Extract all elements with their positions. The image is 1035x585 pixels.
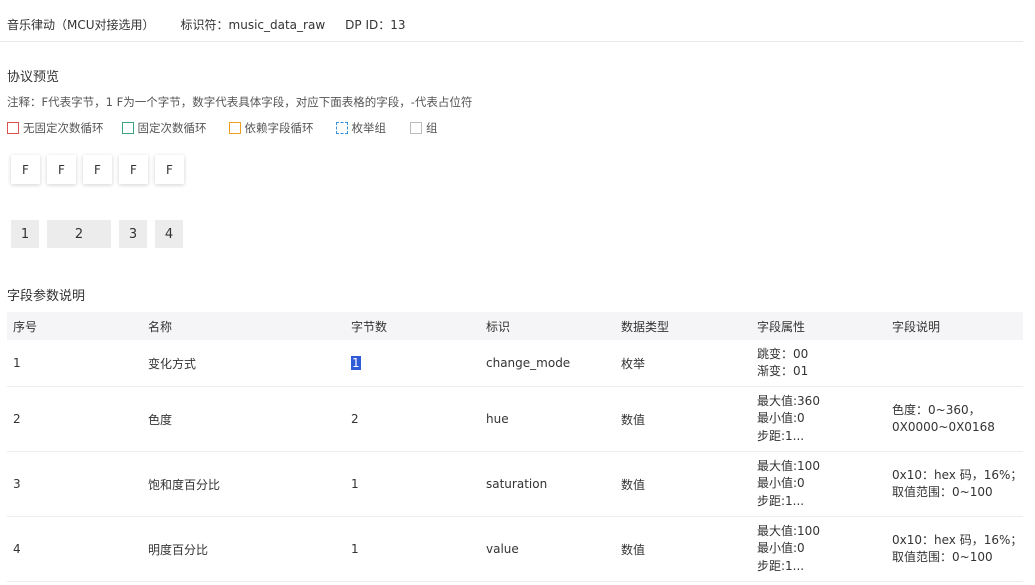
row-bytes: 1 <box>345 356 480 370</box>
column-header: 字节数 <box>351 319 388 334</box>
page-header: 音乐律动（MCU对接选用） 标识符：music_data_raw DP ID：1… <box>7 15 406 33</box>
table-row: 2 色度 2 hue 数值 最大值:360 最小值:0 步距:1... 色度：0… <box>7 387 1023 452</box>
row-identifier: value <box>486 542 519 556</box>
description-line: 0x10：hex 码，16%； <box>892 467 1023 482</box>
row-description: 0x10：hex 码，16%； 取值范围：0~100 <box>886 467 1023 502</box>
table-header: 序号 名称 字节数 标识 数据类型 字段属性 字段说明 <box>7 312 1023 340</box>
dp-title: 音乐律动（MCU对接选用） <box>7 17 155 32</box>
attribute-line: 步距:1... <box>757 428 805 443</box>
protocol-note: 注释：F代表字节，1 F为一个字节，数字代表具体字段，对应下面表格的字段，-代表… <box>7 95 473 109</box>
legend-item-dependent-loop: 依赖字段循环 <box>228 120 314 136</box>
attribute-line: 最大值:100 <box>757 458 820 473</box>
row-name: 色度 <box>148 412 173 427</box>
attribute-line: 最小值:0 <box>757 476 805 491</box>
dp-id: DP ID：13 <box>345 17 406 32</box>
attribute-line: 步距:1... <box>757 558 805 573</box>
description-line: 0X0000~0X0168 <box>892 420 995 434</box>
table-row: 3 饱和度百分比 1 saturation 数值 最大值:100 最小值:0 步… <box>7 452 1023 517</box>
row-attributes: 最大值:100 最小值:0 步距:1... <box>751 523 886 576</box>
fields-table: 序号 名称 字节数 标识 数据类型 字段属性 字段说明 1 变化方式 1 cha… <box>7 312 1023 582</box>
byte-cell[interactable]: F <box>47 155 76 184</box>
row-name: 饱和度百分比 <box>148 477 221 492</box>
field-cell-2[interactable]: 2 <box>47 220 111 248</box>
row-identifier: change_mode <box>486 356 571 370</box>
column-header: 名称 <box>148 319 173 334</box>
dp-identifier: 标识符：music_data_raw <box>180 17 326 32</box>
legend-label: 枚举组 <box>351 121 387 135</box>
table-row: 1 变化方式 1 change_mode 枚举 跳变：00 渐变：01 <box>7 340 1023 387</box>
attribute-line: 最小值:0 <box>757 541 805 556</box>
row-attributes: 最大值:100 最小值:0 步距:1... <box>751 458 886 511</box>
attribute-line: 跳变：00 <box>757 346 809 361</box>
attribute-line: 步距:1... <box>757 493 805 508</box>
description-line: 取值范围：0~100 <box>892 550 993 564</box>
row-number: 4 <box>13 542 21 556</box>
column-header: 数据类型 <box>621 319 670 334</box>
legend: 无固定次数循环 固定次数循环 依赖字段循环 枚举组 组 <box>7 120 438 136</box>
header-divider <box>0 41 1023 42</box>
row-bytes: 1 <box>351 542 359 556</box>
row-type: 数值 <box>621 477 646 492</box>
row-attributes: 最大值:360 最小值:0 步距:1... <box>751 393 886 446</box>
legend-label: 组 <box>426 121 438 135</box>
field-row: 1 2 3 4 <box>11 220 191 248</box>
attribute-line: 最大值:360 <box>757 393 820 408</box>
column-header: 序号 <box>13 319 38 334</box>
row-number: 3 <box>13 477 21 491</box>
row-identifier: hue <box>486 412 509 426</box>
legend-label: 无固定次数循环 <box>23 121 104 135</box>
row-description: 0x10：hex 码，16%； 取值范围：0~100 <box>886 532 1023 567</box>
legend-label: 固定次数循环 <box>137 121 207 135</box>
row-bytes-selected: 1 <box>351 356 361 370</box>
row-description: 色度：0~360， 0X0000~0X0168 <box>886 402 1023 437</box>
legend-swatch-icon <box>335 122 348 134</box>
row-bytes: 2 <box>351 412 359 426</box>
column-header: 字段属性 <box>757 319 806 334</box>
attribute-line: 最小值:0 <box>757 411 805 426</box>
attribute-line: 最大值:100 <box>757 523 820 538</box>
fields-section-title: 字段参数说明 <box>7 289 86 304</box>
byte-cell[interactable]: F <box>119 155 148 184</box>
legend-swatch-icon <box>121 122 134 134</box>
column-header: 标识 <box>486 319 511 334</box>
protocol-preview-title: 协议预览 <box>7 70 60 85</box>
row-name: 明度百分比 <box>148 542 209 557</box>
row-name: 变化方式 <box>148 356 197 371</box>
row-type: 枚举 <box>621 356 646 371</box>
row-number: 2 <box>13 412 21 426</box>
byte-cell[interactable]: F <box>155 155 184 184</box>
column-header: 字段说明 <box>892 319 941 334</box>
field-cell-1[interactable]: 1 <box>11 220 39 248</box>
description-line: 0x10：hex 码，16%； <box>892 532 1023 547</box>
row-bytes: 1 <box>351 477 359 491</box>
legend-item-enum-group: 枚举组 <box>335 120 387 136</box>
legend-item-group: 组 <box>410 120 438 136</box>
row-type: 数值 <box>621 412 646 427</box>
description-line: 色度：0~360， <box>892 402 981 417</box>
byte-cell[interactable]: F <box>11 155 40 184</box>
field-cell-3[interactable]: 3 <box>119 220 147 248</box>
legend-item-unbounded-loop: 无固定次数循环 <box>7 120 104 136</box>
legend-swatch-icon <box>410 122 422 134</box>
byte-cell[interactable]: F <box>83 155 112 184</box>
row-identifier: saturation <box>486 477 548 491</box>
legend-label: 依赖字段循环 <box>244 121 314 135</box>
row-type: 数值 <box>621 542 646 557</box>
byte-row: F F F F F <box>11 155 191 184</box>
field-cell-4[interactable]: 4 <box>155 220 183 248</box>
row-number: 1 <box>13 356 21 370</box>
legend-item-fixed-loop: 固定次数循环 <box>121 120 207 136</box>
attribute-line: 渐变：01 <box>757 364 809 378</box>
row-attributes: 跳变：00 渐变：01 <box>751 346 886 381</box>
description-line: 取值范围：0~100 <box>892 485 993 499</box>
legend-swatch-icon <box>228 122 241 134</box>
legend-swatch-icon <box>7 122 19 134</box>
table-row: 4 明度百分比 1 value 数值 最大值:100 最小值:0 步距:1...… <box>7 517 1023 582</box>
